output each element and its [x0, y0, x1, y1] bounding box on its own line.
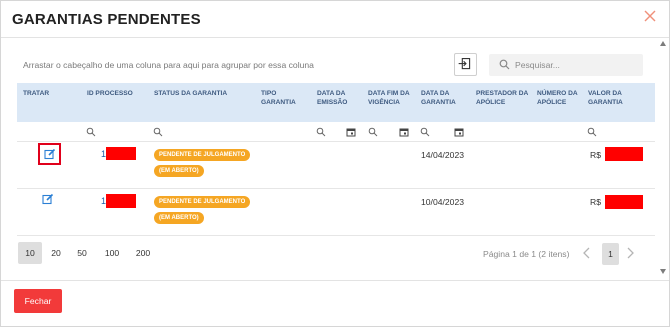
table-row[interactable]: 1 PENDENTE DE JULGAMENTO (EM ABERTO) 14/… — [17, 143, 655, 189]
search-box[interactable] — [489, 54, 643, 76]
col-header-data-garantia[interactable]: DATA DA GARANTIA — [421, 89, 469, 107]
filter-search-icon[interactable] — [316, 127, 326, 137]
edit-icon — [44, 148, 56, 160]
col-header-data-emissao[interactable]: DATA DA EMISSÃO — [317, 89, 361, 107]
calendar-icon[interactable] — [399, 127, 409, 137]
edit-button[interactable] — [38, 143, 61, 165]
garantias-modal: GARANTIAS PENDENTES Arrastar o cabeçalho… — [0, 0, 670, 327]
table-row[interactable]: 1 PENDENTE DE JULGAMENTO (EM ABERTO) 10/… — [17, 190, 655, 236]
pager: 10 20 50 100 200 Página 1 de 1 (2 itens)… — [14, 241, 657, 267]
chevron-right-icon[interactable] — [625, 247, 635, 259]
col-header-status[interactable]: STATUS DA GARANTIA — [154, 89, 254, 98]
filter-search-icon[interactable] — [368, 127, 378, 137]
redaction-mark — [106, 147, 136, 160]
group-panel-hint[interactable]: Arrastar o cabeçalho de uma coluna para … — [23, 60, 314, 70]
page-size-10[interactable]: 10 — [18, 242, 42, 264]
filter-search-icon[interactable] — [587, 127, 597, 137]
scroll-up-icon[interactable] — [660, 41, 666, 46]
close-button[interactable]: Fechar — [14, 289, 62, 313]
redaction-mark — [605, 147, 643, 161]
close-x-icon[interactable] — [642, 8, 658, 24]
col-header-tratar[interactable]: TRATAR — [23, 89, 73, 98]
col-header-data-fim[interactable]: DATA FIM DA VIGÊNCIA — [368, 89, 413, 107]
col-header-valor[interactable]: VALOR DA GARANTIA — [588, 89, 650, 107]
chevron-left-icon[interactable] — [582, 247, 592, 259]
calendar-icon[interactable] — [346, 127, 356, 137]
page-size-200[interactable]: 200 — [130, 242, 156, 264]
filter-search-icon[interactable] — [153, 127, 163, 137]
modal-footer: Fechar — [1, 280, 669, 326]
export-icon — [458, 58, 471, 70]
vertical-scrollbar[interactable] — [657, 39, 669, 279]
data-garantia-value: 10/04/2023 — [421, 197, 465, 207]
grid-filter-row — [17, 122, 655, 142]
status-badge: (EM ABERTO) — [154, 212, 204, 224]
search-icon — [499, 59, 510, 70]
modal-title: GARANTIAS PENDENTES — [12, 11, 201, 28]
status-badge: PENDENTE DE JULGAMENTO — [154, 149, 251, 161]
scroll-down-icon[interactable] — [660, 269, 666, 274]
valor-garantia-value: R$ — [590, 197, 601, 207]
data-garantia-value: 14/04/2023 — [421, 150, 465, 160]
valor-garantia-value: R$ — [590, 150, 601, 160]
grid-header-row: TRATAR ID PROCESSO STATUS DA GARANTIA TI… — [17, 83, 655, 122]
filter-search-icon[interactable] — [86, 127, 96, 137]
export-button[interactable] — [454, 53, 477, 76]
search-input[interactable] — [515, 57, 635, 73]
page-size-100[interactable]: 100 — [99, 242, 125, 264]
page-size-50[interactable]: 50 — [71, 242, 93, 264]
status-badge: (EM ABERTO) — [154, 165, 204, 177]
garantias-grid: Arrastar o cabeçalho de uma coluna para … — [14, 40, 657, 275]
col-header-prestador[interactable]: PRESTADOR DA APÓLICE — [476, 89, 532, 107]
edit-button[interactable] — [38, 190, 61, 212]
page-info: Página 1 de 1 (2 itens) — [483, 249, 570, 259]
modal-header: GARANTIAS PENDENTES — [1, 1, 669, 38]
col-header-id-processo[interactable]: ID PROCESSO — [87, 89, 147, 98]
calendar-icon[interactable] — [454, 127, 464, 137]
page-number[interactable]: 1 — [602, 243, 619, 265]
redaction-mark — [106, 194, 136, 208]
edit-icon — [42, 193, 54, 205]
status-badge: PENDENTE DE JULGAMENTO — [154, 196, 251, 208]
redaction-mark — [605, 195, 643, 209]
page-size-20[interactable]: 20 — [45, 242, 67, 264]
filter-search-icon[interactable] — [420, 127, 430, 137]
col-header-numero[interactable]: NÚMERO DA APÓLICE — [537, 89, 587, 107]
col-header-tipo[interactable]: TIPO GARANTIA — [261, 89, 307, 107]
